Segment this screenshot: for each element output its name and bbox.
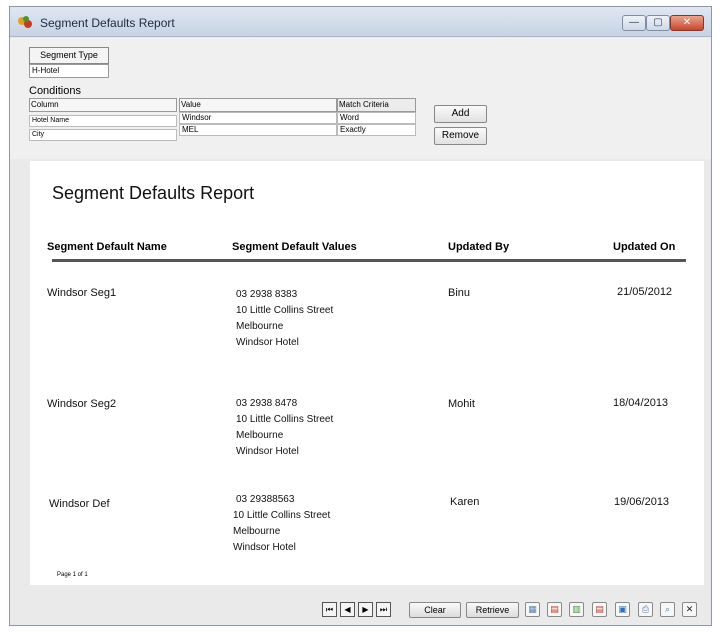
value-line: 03 2938 8478 [236, 398, 298, 409]
row-updated-by: Mohit [448, 398, 475, 410]
add-button[interactable]: Add [434, 105, 487, 123]
filter-panel: Segment Type H-Hotel Conditions Column V… [10, 38, 711, 159]
condition-column-cell[interactable]: City [29, 129, 177, 141]
value-line: Melbourne [236, 321, 284, 332]
condition-value-cell[interactable]: Windsor [179, 112, 337, 124]
value-line: 03 2938 8383 [236, 289, 298, 300]
condition-match-cell[interactable]: Exactly [337, 124, 416, 136]
value-line: 10 Little Collins Street [236, 414, 334, 425]
segment-type-field[interactable]: H-Hotel [29, 64, 109, 78]
last-page-icon[interactable]: ⏭ [376, 602, 391, 617]
row-updated-by: Karen [450, 496, 480, 508]
excel-icon[interactable]: ▥ [569, 602, 584, 617]
word-icon[interactable]: ▣ [615, 602, 630, 617]
row-name: Windsor Seg1 [47, 287, 117, 299]
report-title: Segment Defaults Report [52, 183, 255, 203]
title-bar: Segment Defaults Report — ▢ ✕ [10, 7, 711, 37]
pdf-icon[interactable]: ▤ [547, 602, 562, 617]
header-segment-default-values: Segment Default Values [232, 241, 357, 253]
first-page-icon[interactable]: ⏮ [322, 602, 337, 617]
condition-column-cell[interactable]: Hotel Name [29, 115, 177, 127]
report-window: Segment Defaults Report — ▢ ✕ Segment Ty… [9, 6, 712, 626]
grid-icon[interactable]: ▦ [525, 602, 540, 617]
header-updated-by: Updated By [448, 241, 510, 253]
column-header[interactable]: Column [29, 98, 177, 112]
condition-match-cell[interactable]: Word [337, 112, 416, 124]
preview-icon[interactable]: ⌕ [660, 602, 675, 617]
next-page-icon[interactable]: ▶ [358, 602, 373, 617]
print-icon[interactable]: ⎙ [638, 602, 653, 617]
header-rule [52, 259, 686, 262]
segment-type-button[interactable]: Segment Type [29, 47, 109, 64]
prev-page-icon[interactable]: ◀ [340, 602, 355, 617]
conditions-label: Conditions [29, 85, 81, 97]
app-icon [18, 16, 32, 28]
page-info: Page 1 of 1 [57, 572, 88, 578]
value-line: Windsor Hotel [236, 446, 299, 457]
clear-button[interactable]: Clear [409, 602, 461, 618]
row-updated-by: Binu [448, 287, 471, 299]
value-line: Melbourne [233, 526, 281, 537]
close-icon[interactable]: ✕ [682, 602, 697, 617]
value-header[interactable]: Value [179, 98, 337, 112]
row-updated-on: 19/06/2013 [614, 496, 670, 508]
minimize-button[interactable]: — [622, 15, 646, 31]
retrieve-button[interactable]: Retrieve [466, 602, 519, 618]
remove-button[interactable]: Remove [434, 127, 487, 145]
row-values: 03 2938 8383 10 Little Collins Street Me… [236, 287, 333, 351]
value-line: Windsor Hotel [233, 542, 296, 553]
row-updated-on: 21/05/2012 [617, 286, 673, 298]
value-line: Melbourne [236, 430, 284, 441]
conditions-grid: Column Value Match Criteria Hotel Name W… [29, 98, 426, 158]
value-line: Windsor Hotel [236, 337, 299, 348]
report-toolbar: ⏮ ◀ ▶ ⏭ Clear Retrieve ▦ ▤ ▥ ▤ ▣ ⎙ ⌕ ✕ [10, 585, 711, 625]
close-window-button[interactable]: ✕ [670, 15, 704, 31]
acrobat-icon[interactable]: ▤ [592, 602, 607, 617]
header-segment-default-name: Segment Default Name [47, 241, 167, 253]
report-preview: Segment Defaults Report Segment Default … [30, 161, 704, 585]
match-criteria-header[interactable]: Match Criteria [337, 98, 416, 112]
row-name: Windsor Def [49, 498, 110, 510]
window-title: Segment Defaults Report [40, 16, 175, 30]
condition-value-cell[interactable]: MEL [179, 124, 337, 136]
row-values: 03 29388563 10 Little Collins Street Mel… [233, 492, 330, 556]
value-line: 10 Little Collins Street [233, 510, 331, 521]
value-line: 03 29388563 [236, 494, 295, 505]
maximize-button[interactable]: ▢ [646, 15, 670, 31]
row-updated-on: 18/04/2013 [613, 397, 669, 409]
value-line: 10 Little Collins Street [236, 305, 334, 316]
header-updated-on: Updated On [613, 241, 676, 253]
row-name: Windsor Seg2 [47, 398, 117, 410]
row-values: 03 2938 8478 10 Little Collins Street Me… [236, 396, 333, 460]
